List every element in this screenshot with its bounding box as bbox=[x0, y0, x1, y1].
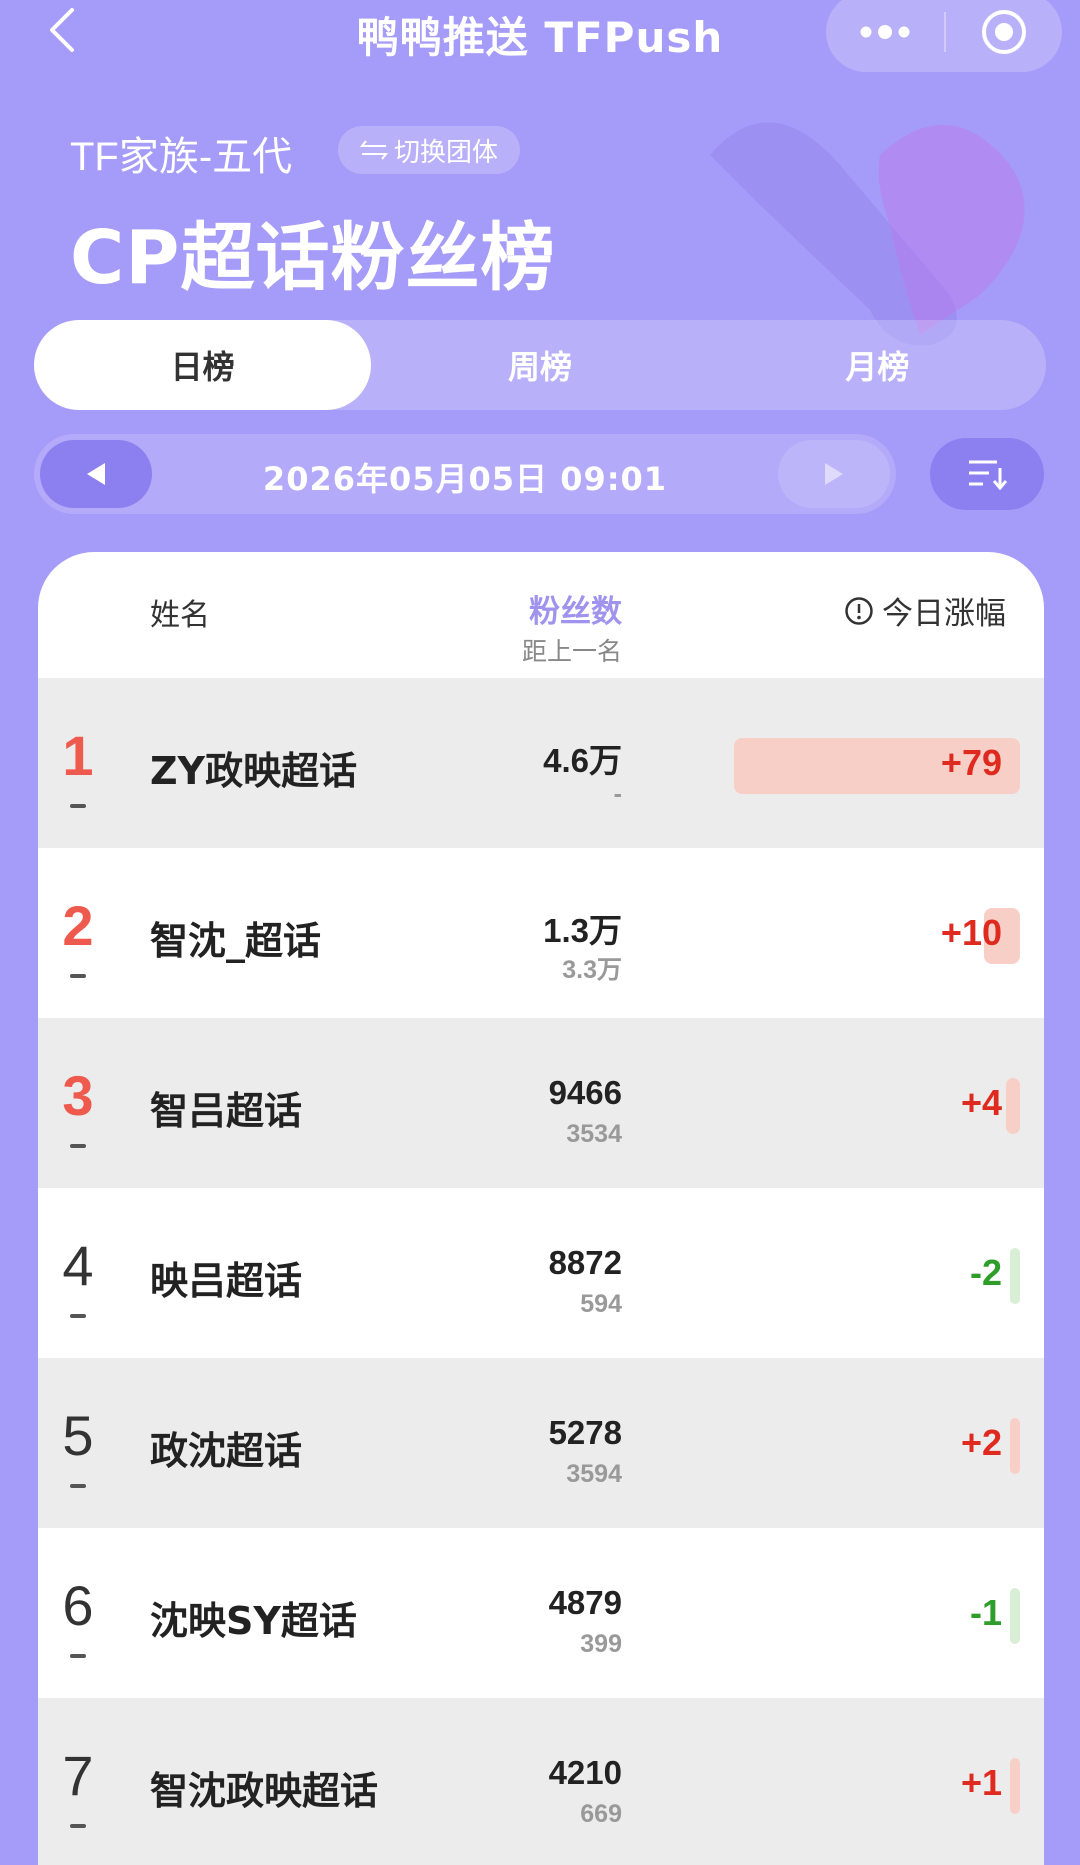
table-row[interactable]: 3 智吕超话 9466 3534 +4 bbox=[38, 1018, 1044, 1188]
switch-arrows-icon bbox=[360, 140, 388, 160]
page-title: CP超话粉丝榜 bbox=[70, 215, 556, 301]
info-icon bbox=[845, 596, 873, 625]
fans-count: 4.6万 bbox=[543, 742, 622, 779]
gap-to-previous: 3594 bbox=[566, 1460, 622, 1488]
fans-count: 1.3万 bbox=[543, 912, 622, 949]
more-dots-icon bbox=[860, 25, 910, 39]
column-header-change-label: 今日涨幅 bbox=[882, 596, 1006, 632]
switch-group-label: 切换团体 bbox=[394, 137, 499, 168]
triangle-right-icon bbox=[825, 463, 843, 485]
table-header: 姓名 粉丝数 距上一名 今日涨幅 bbox=[38, 552, 1044, 678]
tab-monthly[interactable]: 月榜 bbox=[709, 320, 1046, 410]
change-value: +1 bbox=[960, 1762, 1002, 1803]
rank-change-indicator bbox=[70, 1654, 86, 1658]
target-close-icon bbox=[982, 10, 1026, 54]
change-bar bbox=[1006, 1078, 1020, 1134]
rank-number: 2 bbox=[62, 894, 94, 957]
ranking-list: 1 ZY政映超话 4.6万 - +79 2 智沈_超话 1.3万 3.3万 +1… bbox=[38, 678, 1044, 1865]
table-row[interactable]: 7 智沈政映超话 4210 669 +1 bbox=[38, 1698, 1044, 1865]
topic-name: 映吕超话 bbox=[150, 1259, 303, 1303]
rank-number: 5 bbox=[62, 1404, 94, 1467]
group-name: TF家族-五代 bbox=[70, 135, 293, 179]
date-navigator: 2026年05月05日 09:01 bbox=[34, 434, 896, 514]
rank-change-indicator bbox=[70, 1824, 86, 1828]
date-label: 2026年05月05日 09:01 bbox=[262, 460, 668, 498]
fans-count: 5278 bbox=[548, 1414, 622, 1451]
gap-to-previous: 669 bbox=[580, 1800, 622, 1828]
period-tabs: 日榜 周榜 月榜 bbox=[34, 320, 1046, 410]
tab-daily[interactable]: 日榜 bbox=[34, 320, 372, 410]
rank-change-indicator bbox=[70, 974, 86, 978]
topic-name: 智吕超话 bbox=[150, 1089, 303, 1133]
change-value: +10 bbox=[940, 912, 1002, 953]
column-header-name: 姓名 bbox=[150, 598, 210, 633]
change-value: +79 bbox=[940, 742, 1002, 783]
gap-to-previous: 399 bbox=[580, 1630, 622, 1658]
change-value: +2 bbox=[960, 1422, 1002, 1463]
next-date-button[interactable] bbox=[778, 440, 890, 508]
gap-to-previous: 594 bbox=[580, 1290, 622, 1318]
rank-change-indicator bbox=[70, 804, 86, 808]
more-button[interactable] bbox=[826, 0, 944, 72]
change-value: +4 bbox=[960, 1082, 1002, 1123]
rank-change-indicator bbox=[70, 1314, 86, 1318]
table-row[interactable]: 2 智沈_超话 1.3万 3.3万 +10 bbox=[38, 848, 1044, 1018]
rank-number: 1 bbox=[62, 724, 94, 787]
change-bar bbox=[1010, 1418, 1020, 1474]
sort-button[interactable] bbox=[930, 438, 1044, 510]
change-value: -1 bbox=[969, 1592, 1002, 1633]
fans-count: 4879 bbox=[548, 1584, 622, 1621]
close-button[interactable] bbox=[946, 0, 1062, 72]
fans-count: 8872 bbox=[548, 1244, 622, 1281]
change-bar bbox=[1010, 1758, 1020, 1814]
rank-change-indicator bbox=[70, 1144, 86, 1148]
topic-name: ZY政映超话 bbox=[150, 749, 358, 793]
gap-to-previous: 3.3万 bbox=[562, 956, 622, 984]
gap-to-previous: 3534 bbox=[566, 1120, 622, 1148]
table-row[interactable]: 1 ZY政映超话 4.6万 - +79 bbox=[38, 678, 1044, 848]
topic-name: 沈映SY超话 bbox=[150, 1599, 357, 1643]
rank-number: 6 bbox=[62, 1574, 94, 1637]
column-header-fans[interactable]: 粉丝数 bbox=[418, 586, 622, 631]
rank-number: 3 bbox=[62, 1064, 94, 1127]
sort-icon bbox=[969, 460, 1007, 490]
change-value: -2 bbox=[969, 1252, 1002, 1293]
gap-to-previous: - bbox=[613, 780, 622, 808]
topic-name: 智沈_超话 bbox=[150, 919, 322, 963]
column-header-gap: 距上一名 bbox=[521, 637, 622, 666]
change-bar bbox=[1010, 1248, 1020, 1304]
column-header-change[interactable]: 今日涨幅 bbox=[844, 588, 1006, 633]
rank-number: 4 bbox=[62, 1234, 94, 1297]
rank-change-indicator bbox=[70, 1484, 86, 1488]
fans-count: 4210 bbox=[548, 1754, 622, 1791]
mini-program-capsule bbox=[826, 0, 1062, 72]
topic-name: 智沈政映超话 bbox=[150, 1769, 379, 1813]
table-row[interactable]: 4 映吕超话 8872 594 -2 bbox=[38, 1188, 1044, 1358]
topic-name: 政沈超话 bbox=[150, 1429, 303, 1473]
nav-bar: 鸭鸭推送 TFPush bbox=[0, 0, 1080, 72]
ranking-card: 姓名 粉丝数 距上一名 今日涨幅 微信公众号:鸭鸭推送TFPush 微信公众号:… bbox=[38, 552, 1044, 1865]
change-bar bbox=[1010, 1588, 1020, 1644]
switch-group-button[interactable]: 切换团体 bbox=[338, 126, 521, 174]
fans-count: 9466 bbox=[548, 1074, 622, 1111]
tab-weekly[interactable]: 周榜 bbox=[371, 320, 708, 410]
table-row[interactable]: 6 沈映SY超话 4879 399 -1 bbox=[38, 1528, 1044, 1698]
rank-number: 7 bbox=[62, 1744, 94, 1807]
table-row[interactable]: 5 政沈超话 5278 3594 +2 bbox=[38, 1358, 1044, 1528]
